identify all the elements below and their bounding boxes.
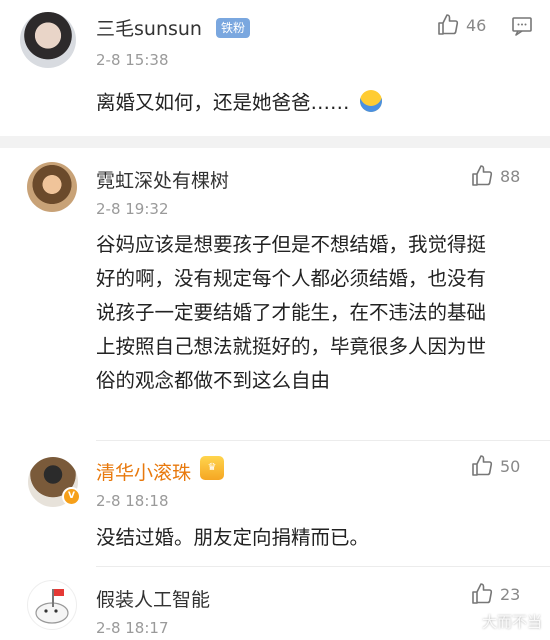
username[interactable]: 三毛sunsun bbox=[96, 14, 202, 41]
vip-crown-icon: ♛ bbox=[200, 456, 224, 480]
like-button[interactable]: 88 bbox=[470, 164, 520, 188]
username[interactable]: 霓虹深处有棵树 bbox=[96, 166, 229, 193]
like-count: 23 bbox=[500, 584, 521, 604]
timestamp: 2-8 18:17 bbox=[96, 619, 169, 637]
fan-badge: 铁粉 bbox=[216, 18, 251, 38]
timestamp: 2-8 19:32 bbox=[96, 200, 169, 218]
avatar[interactable] bbox=[27, 162, 77, 212]
timestamp: 2-8 15:38 bbox=[96, 51, 169, 69]
like-count: 46 bbox=[466, 15, 487, 35]
reply-item: 假装人工智能 2-8 18:17 23 bbox=[0, 567, 550, 640]
watermark: 大而不当 bbox=[481, 613, 542, 631]
thumbs-up-icon bbox=[438, 14, 459, 35]
avatar[interactable] bbox=[27, 580, 77, 630]
cartoon-avatar-icon bbox=[35, 589, 69, 624]
thumbs-up-icon bbox=[472, 165, 493, 186]
top-comment: 三毛sunsun 铁粉 2-8 15:38 离婚又如何，还是她爸爸…… 46 bbox=[0, 0, 550, 136]
like-button[interactable]: 46 bbox=[436, 13, 486, 37]
verified-badge: V bbox=[62, 487, 81, 506]
thumbs-up-icon bbox=[472, 583, 493, 604]
username[interactable]: 清华小滚珠 bbox=[96, 458, 191, 485]
like-button[interactable]: 23 bbox=[470, 582, 520, 606]
comment-text: 离婚又如何，还是她爸爸…… bbox=[96, 86, 496, 120]
username[interactable]: 假装人工智能 bbox=[96, 585, 210, 612]
emoji-icon bbox=[359, 90, 382, 112]
comment-text-content: 离婚又如何，还是她爸爸…… bbox=[96, 91, 350, 114]
reply-item: 霓虹深处有棵树 2-8 19:32 谷妈应该是想要孩子但是不想结婚，我觉得挺好的… bbox=[0, 148, 550, 438]
reply-item: V 清华小滚珠 ♛ 2-8 18:18 没结过婚。朋友定向捐精而已。 50 bbox=[0, 441, 550, 566]
like-count: 50 bbox=[500, 456, 521, 476]
timestamp: 2-8 18:18 bbox=[96, 492, 169, 510]
like-button[interactable]: 50 bbox=[470, 454, 520, 478]
thumbs-up-icon bbox=[472, 455, 493, 476]
section-divider bbox=[0, 136, 550, 148]
like-count: 88 bbox=[500, 166, 521, 186]
reply-text: 谷妈应该是想要孩子但是不想结婚，我觉得挺好的啊，没有规定每个人都必须结婚，也没有… bbox=[96, 233, 487, 392]
reply-text: 没结过婚。朋友定向捐精而已。 bbox=[96, 526, 370, 549]
comment-icon[interactable] bbox=[510, 14, 534, 38]
avatar[interactable] bbox=[20, 12, 76, 68]
